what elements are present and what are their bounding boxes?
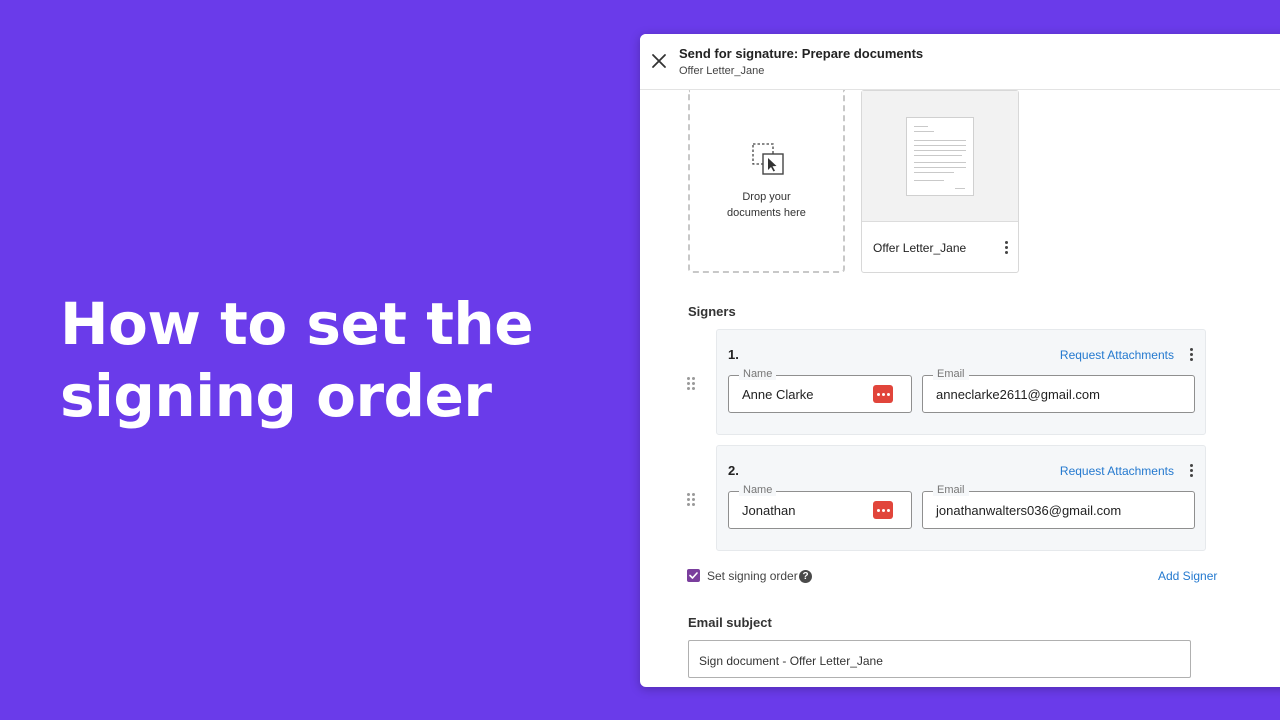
signer-more-options-button[interactable] [1185, 463, 1197, 479]
video-headline: How to set the signing order [60, 288, 534, 432]
name-field-label: Name [739, 368, 777, 380]
add-signer-link[interactable]: Add Signer [1158, 569, 1217, 583]
signer-name-field[interactable]: Name Anne Clarke [728, 368, 912, 413]
document-more-options-button[interactable] [1000, 240, 1012, 256]
drop-zone-text: Drop your documents here [690, 189, 843, 221]
dialog-subtitle: Offer Letter_Jane [679, 65, 765, 77]
set-signing-order-label[interactable]: Set signing order [707, 569, 798, 583]
signer-name-value: Anne Clarke [742, 387, 814, 402]
email-subject-value: Sign document - Offer Letter_Jane [699, 654, 883, 668]
document-thumbnail [862, 91, 1018, 222]
document-page-preview [906, 117, 974, 196]
signer-name-field[interactable]: Name Jonathan [728, 484, 912, 529]
signer-email-value: anneclarke2611@gmail.com [936, 387, 1100, 402]
signers-heading: Signers [688, 304, 736, 319]
signer-email-field[interactable]: Email jonathanwalters036@gmail.com [922, 484, 1195, 529]
signer-email-value: jonathanwalters036@gmail.com [936, 503, 1122, 518]
email-field-label: Email [933, 368, 969, 380]
checkmark-icon [689, 572, 698, 579]
signer-card: 1. Request Attachments Name Anne Clarke … [716, 329, 1206, 435]
signer-email-field[interactable]: Email anneclarke2611@gmail.com [922, 368, 1195, 413]
request-attachments-link[interactable]: Request Attachments [1060, 348, 1174, 362]
email-subject-input[interactable]: Sign document - Offer Letter_Jane [688, 640, 1191, 678]
drop-file-icon [752, 143, 784, 175]
email-field-label: Email [933, 484, 969, 496]
help-icon[interactable]: ? [799, 570, 812, 583]
close-button[interactable] [648, 50, 670, 72]
signer-more-options-button[interactable] [1185, 347, 1197, 363]
drop-zone-line-1: Drop your [742, 191, 791, 203]
email-subject-label: Email subject [688, 615, 772, 630]
headline-line-1: How to set the [60, 290, 534, 358]
headline-line-2: signing order [60, 362, 492, 430]
signer-number: 2. [728, 463, 739, 478]
password-manager-icon[interactable] [873, 501, 893, 519]
password-manager-icon[interactable] [873, 385, 893, 403]
document-name: Offer Letter_Jane [873, 241, 967, 255]
close-icon [652, 54, 666, 68]
drop-zone-line-2: documents here [727, 207, 806, 219]
signer-1-drag-handle[interactable] [687, 377, 697, 391]
signer-2-drag-handle[interactable] [687, 493, 697, 507]
document-drop-zone[interactable]: Drop your documents here [688, 90, 845, 273]
signer-name-value: Jonathan [742, 503, 796, 518]
dialog-title: Send for signature: Prepare documents [679, 46, 924, 61]
dialog-header: Send for signature: Prepare documents Of… [640, 34, 1280, 90]
request-attachments-link[interactable]: Request Attachments [1060, 464, 1174, 478]
signer-number: 1. [728, 347, 739, 362]
document-card[interactable]: Offer Letter_Jane [861, 90, 1019, 273]
set-signing-order-checkbox[interactable] [687, 569, 700, 582]
prepare-documents-dialog: Send for signature: Prepare documents Of… [640, 34, 1280, 687]
signer-card: 2. Request Attachments Name Jonathan Ema… [716, 445, 1206, 551]
name-field-label: Name [739, 484, 777, 496]
